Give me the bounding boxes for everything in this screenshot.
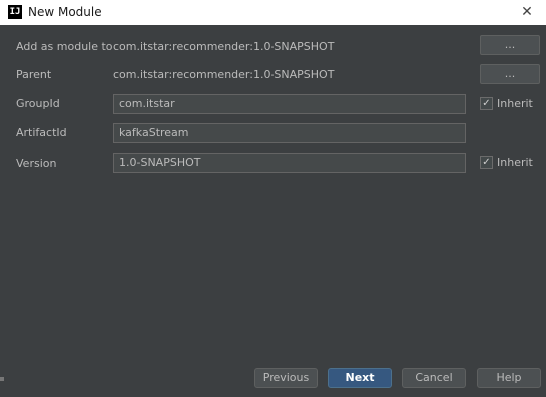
add-as-module-label: Add as module to (16, 40, 113, 53)
new-module-dialog: IJ New Module ✕ Add as module to com.its… (0, 0, 546, 397)
intellij-icon: IJ (8, 5, 22, 19)
parent-value: com.itstar:recommender:1.0-SNAPSHOT (113, 68, 335, 81)
check-icon[interactable]: ✓ (480, 97, 493, 110)
group-id-label: GroupId (16, 97, 60, 110)
artifact-id-label: ArtifactId (16, 126, 67, 139)
next-button[interactable]: Next (328, 368, 392, 388)
resize-edge (0, 377, 4, 381)
version-label: Version (16, 157, 57, 170)
parent-label: Parent (16, 68, 52, 81)
group-id-field[interactable]: com.itstar (113, 94, 466, 114)
artifact-id-field[interactable]: kafkaStream (113, 123, 466, 143)
check-icon[interactable]: ✓ (480, 156, 493, 169)
cancel-button[interactable]: Cancel (402, 368, 466, 388)
close-icon[interactable]: ✕ (520, 5, 534, 19)
previous-button[interactable]: Previous (254, 368, 318, 388)
add-as-module-value: com.itstar:recommender:1.0-SNAPSHOT (113, 40, 335, 53)
group-id-inherit-label: Inherit (497, 97, 533, 110)
help-button[interactable]: Help (477, 368, 541, 388)
version-field[interactable]: 1.0-SNAPSHOT (113, 153, 466, 173)
version-inherit-label: Inherit (497, 156, 533, 169)
window-title: New Module (28, 5, 102, 19)
add-as-module-browse-button[interactable]: ... (480, 35, 540, 55)
parent-browse-button[interactable]: ... (480, 64, 540, 84)
title-bar: IJ New Module ✕ (0, 0, 546, 25)
